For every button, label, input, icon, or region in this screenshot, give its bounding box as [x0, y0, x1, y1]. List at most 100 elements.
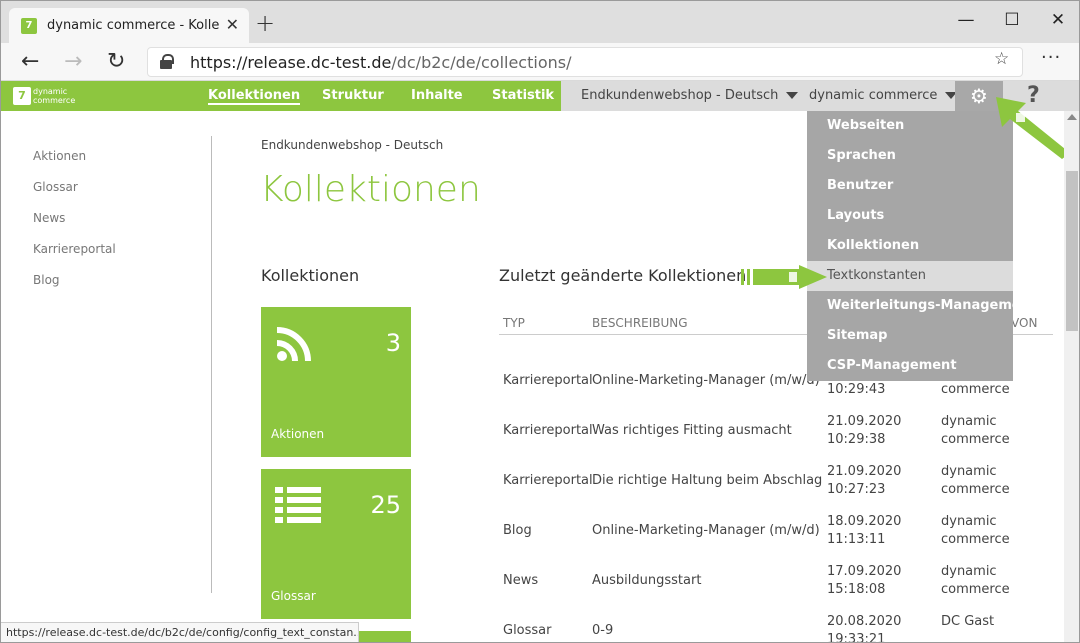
cell-date: 18.09.2020: [827, 514, 902, 529]
cell-type: Karriereportal: [503, 373, 593, 388]
tile-aktionen[interactable]: 3 Aktionen: [261, 307, 411, 457]
page-title: Kollektionen: [260, 169, 481, 210]
recent-collections-heading: Zuletzt geänderte Kollektionen: [499, 266, 747, 285]
shop-select[interactable]: Endkundenwebshop - Deutsch: [581, 88, 799, 103]
cell-author: dynamic: [941, 514, 997, 529]
cell-author-2: commerce: [941, 482, 1010, 497]
tile-label: Glossar: [271, 589, 316, 603]
column-header-description[interactable]: BESCHREIBUNG: [592, 316, 688, 330]
collection-sidebar: Aktionen Glossar News Karriereportal Blo…: [33, 149, 116, 304]
cell-time: 11:13:11: [827, 532, 886, 547]
tile-count: 25: [370, 491, 401, 519]
cell-date: 21.09.2020: [827, 464, 902, 479]
favorite-star-icon[interactable]: ☆: [994, 49, 1009, 69]
logo-text: dynamic commerce: [33, 87, 93, 105]
cell-date: 20.08.2020: [827, 614, 902, 629]
reload-icon[interactable]: ↻: [107, 49, 125, 74]
tab-title: dynamic commerce - Kollektione: [47, 18, 219, 33]
browser-tab[interactable]: 7 dynamic commerce - Kollektione ✕: [9, 8, 249, 43]
sidebar-item-news[interactable]: News: [33, 211, 116, 242]
lock-icon: [160, 54, 174, 69]
table-row[interactable]: Glossar 0-9 20.08.2020 19:33:21 DC Gast: [499, 613, 1053, 643]
logo-mark-icon: 7: [13, 87, 31, 105]
forward-icon[interactable]: →: [64, 49, 82, 74]
pointer-arrow-icon: [741, 265, 827, 289]
table-row[interactable]: Karriereportal Was richtiges Fitting aus…: [499, 413, 1053, 463]
cell-time: 10:29:43: [827, 382, 886, 397]
sidebar-item-glossar[interactable]: Glossar: [33, 180, 116, 211]
cell-description: 0-9: [592, 623, 614, 638]
chevron-down-icon: [786, 92, 799, 99]
url-host: https://release.dc-test.de: [190, 53, 392, 72]
menu-item-layouts[interactable]: Layouts: [807, 201, 1013, 231]
table-row[interactable]: Blog Online-Marketing-Manager (m/w/d) 18…: [499, 513, 1053, 563]
breadcrumb: Endkundenwebshop - Deutsch: [261, 138, 444, 152]
tab-close-icon[interactable]: ✕: [226, 15, 239, 34]
rss-icon: [276, 327, 311, 362]
settings-dropdown: Webseiten Sprachen Benutzer Layouts Koll…: [807, 111, 1036, 381]
logo-line-2: commerce: [33, 96, 76, 105]
browser-window: 7 dynamic commerce - Kollektione ✕ + — ☐…: [0, 0, 1080, 643]
tab-strip: 7 dynamic commerce - Kollektione ✕ + — ☐…: [1, 1, 1079, 43]
status-url: https://release.dc-test.de/dc/b2c/de/con…: [1, 622, 359, 642]
cell-author-2: commerce: [941, 432, 1010, 447]
cell-author-2: commerce: [941, 532, 1010, 547]
cell-time: 19:33:21: [827, 632, 886, 643]
tile-count: 3: [385, 329, 401, 357]
menu-item-textkonstanten[interactable]: Textkonstanten: [807, 261, 1013, 291]
cell-date: 21.09.2020: [827, 414, 902, 429]
menu-item-sitemap[interactable]: Sitemap: [807, 321, 1013, 351]
menu-item-csp-management[interactable]: CSP-Management: [807, 351, 1013, 381]
cell-type: Karriereportal: [503, 473, 593, 488]
cell-type: Glossar: [503, 623, 552, 638]
menu-item-weiterleitungs-management[interactable]: Weiterleitungs-Management: [807, 291, 1036, 321]
sidebar-item-blog[interactable]: Blog: [33, 273, 116, 304]
cell-date: 17.09.2020: [827, 564, 902, 579]
scroll-up-icon[interactable]: [1067, 114, 1077, 120]
column-header-type[interactable]: TYP: [503, 316, 525, 330]
nav-kollektionen[interactable]: Kollektionen: [208, 88, 301, 105]
app-header: 7 dynamic commerce Kollektionen Struktur …: [1, 81, 1079, 111]
nav-struktur[interactable]: Struktur: [322, 88, 384, 103]
cell-description: Die richtige Haltung beim Abschlag: [592, 473, 823, 488]
cell-author: dynamic: [941, 564, 997, 579]
cell-author: DC Gast: [941, 614, 995, 629]
back-icon[interactable]: ←: [21, 49, 39, 74]
cell-description: Was richtiges Fitting ausmacht: [592, 423, 792, 438]
url-text: https://release.dc-test.de/dc/b2c/de/col…: [190, 53, 571, 72]
menu-item-kollektionen[interactable]: Kollektionen: [807, 231, 1013, 261]
cell-description: Online-Marketing-Manager (m/w/d): [592, 523, 820, 538]
favicon-icon: 7: [21, 18, 37, 34]
menu-item-webseiten[interactable]: Webseiten: [807, 111, 1013, 141]
cell-author: dynamic: [941, 464, 997, 479]
table-row[interactable]: Karriereportal Die richtige Haltung beim…: [499, 463, 1053, 513]
cell-author: commerce: [941, 382, 1010, 397]
logo-line-1: dynamic: [33, 87, 68, 96]
cell-type: Karriereportal: [503, 423, 593, 438]
browser-menu-icon[interactable]: ···: [1041, 47, 1061, 68]
cell-time: 10:27:23: [827, 482, 886, 497]
sidebar-item-karriereportal[interactable]: Karriereportal: [33, 242, 116, 273]
minimize-icon[interactable]: —: [943, 5, 989, 35]
new-tab-icon[interactable]: +: [255, 9, 275, 37]
menu-item-sprachen[interactable]: Sprachen: [807, 141, 1013, 171]
sidebar-item-aktionen[interactable]: Aktionen: [33, 149, 116, 180]
tile-glossar[interactable]: 25 Glossar: [261, 469, 411, 619]
url-input[interactable]: https://release.dc-test.de/dc/b2c/de/col…: [147, 47, 1023, 77]
company-select[interactable]: dynamic commerce: [809, 88, 958, 103]
address-bar: ← → ↻ https://release.dc-test.de/dc/b2c/…: [1, 43, 1079, 81]
maximize-icon[interactable]: ☐: [989, 5, 1035, 35]
shop-select-label: Endkundenwebshop - Deutsch: [581, 88, 779, 103]
cell-time: 10:29:38: [827, 432, 886, 447]
nav-statistik[interactable]: Statistik: [492, 88, 554, 103]
cell-description: Online-Marketing-Manager (m/w/d): [592, 373, 820, 388]
cell-author: dynamic: [941, 414, 997, 429]
window-close-icon[interactable]: ✕: [1035, 5, 1079, 35]
cell-author-2: commerce: [941, 582, 1010, 597]
list-icon: [275, 487, 321, 523]
menu-item-benutzer[interactable]: Benutzer: [807, 171, 1013, 201]
table-row[interactable]: News Ausbildungsstart 17.09.2020 15:18:0…: [499, 563, 1053, 613]
nav-inhalte[interactable]: Inhalte: [411, 88, 463, 103]
scrollbar-thumb[interactable]: [1066, 171, 1078, 331]
sidebar-divider: [211, 136, 212, 593]
